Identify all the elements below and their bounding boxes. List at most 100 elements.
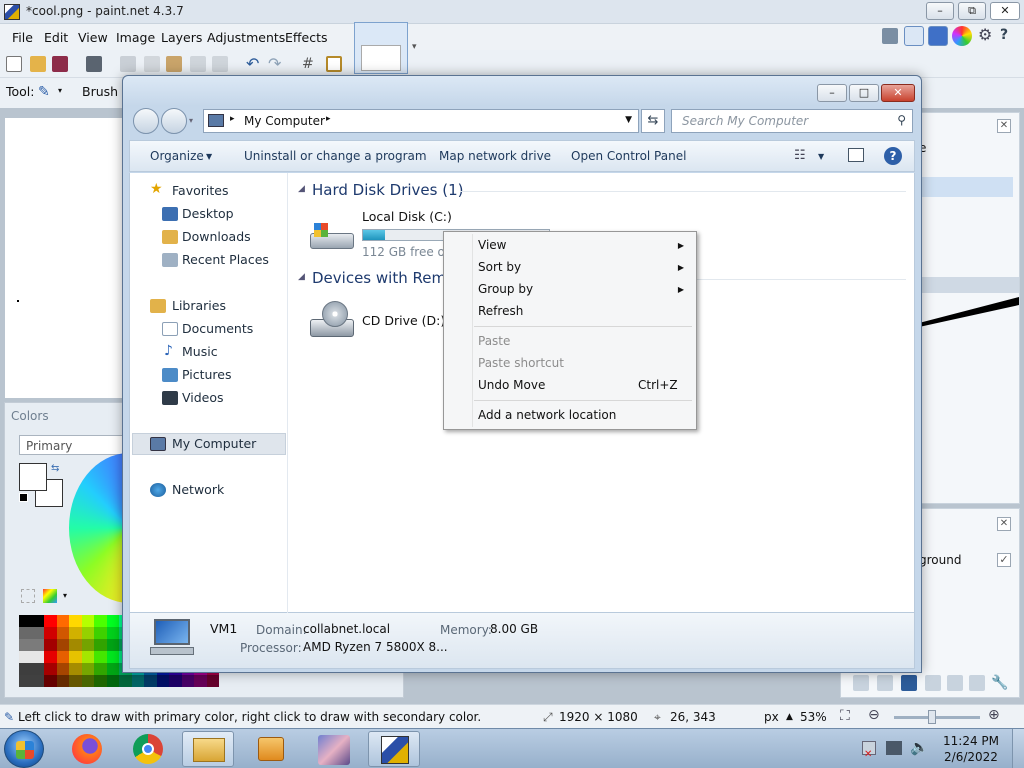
paste-icon[interactable]	[166, 56, 182, 72]
local-disk-icon[interactable]	[310, 223, 356, 253]
forward-button[interactable]	[161, 108, 187, 134]
add-color-icon[interactable]	[21, 589, 35, 603]
cut-icon[interactable]	[120, 56, 136, 72]
volume-tray-icon[interactable]: 🔈	[910, 738, 929, 756]
group-hard-disk-drives[interactable]: Hard Disk Drives (1)	[312, 181, 463, 199]
menu-edit[interactable]: Edit	[44, 30, 68, 45]
palette-swatch[interactable]	[169, 675, 182, 687]
palette-swatch[interactable]	[31, 651, 44, 663]
palette-swatch[interactable]	[119, 675, 132, 687]
merge-layer-icon[interactable]	[925, 675, 941, 691]
zoom-in-icon[interactable]: ⊕	[988, 707, 1000, 723]
drive-d-name[interactable]: CD Drive (D:)	[362, 313, 445, 328]
save-icon[interactable]	[52, 56, 68, 72]
palette-swatch[interactable]	[44, 663, 57, 675]
menu-file[interactable]: File	[12, 30, 33, 45]
layer-properties-icon[interactable]: 🔧	[991, 675, 1008, 691]
nav-recent-places[interactable]: Recent Places	[182, 252, 269, 267]
menu-adjustments[interactable]: Adjustments	[207, 30, 285, 45]
palette-swatch[interactable]	[94, 627, 107, 639]
layers-icon[interactable]	[928, 26, 948, 46]
move-layer-down-icon[interactable]	[969, 675, 985, 691]
help-button-icon[interactable]: ?	[884, 147, 902, 165]
palette-swatch[interactable]	[106, 615, 119, 627]
zoom-out-icon[interactable]: ⊖	[868, 707, 880, 723]
undo-icon[interactable]: ↶	[246, 56, 262, 72]
address-text[interactable]: My Computer	[244, 114, 325, 128]
taskbar-chrome[interactable]	[122, 731, 174, 767]
palette-swatch[interactable]	[81, 639, 94, 651]
network-tray-icon[interactable]	[886, 741, 902, 755]
palette-dropdown-icon[interactable]: ▾	[63, 591, 67, 600]
nav-pictures[interactable]: Pictures	[182, 367, 232, 382]
palette-swatch[interactable]	[144, 675, 157, 687]
delete-layer-icon[interactable]	[877, 675, 893, 691]
menu-layers[interactable]: Layers	[161, 30, 202, 45]
palette-swatch[interactable]	[44, 639, 57, 651]
removable-collapse-icon[interactable]: ◢	[298, 272, 305, 282]
status-zoom[interactable]: 53%	[800, 710, 827, 724]
duplicate-layer-icon[interactable]	[901, 675, 917, 691]
palette-swatch[interactable]	[181, 675, 194, 687]
palette-swatch[interactable]	[69, 651, 82, 663]
taskbar-photo-app[interactable]	[308, 731, 360, 767]
explorer-maximize-button[interactable]: □	[849, 84, 879, 102]
nav-desktop[interactable]: Desktop	[182, 206, 234, 221]
cd-drive-icon[interactable]	[310, 301, 356, 341]
hdd-collapse-icon[interactable]: ◢	[298, 184, 305, 194]
palette-swatch[interactable]	[106, 651, 119, 663]
ctx-add-network-location[interactable]: Add a network location	[478, 408, 616, 422]
swap-colors-icon[interactable]: ⇆	[51, 463, 59, 474]
menu-effects[interactable]: Effects	[285, 30, 328, 45]
organize-dropdown-icon[interactable]: ▼	[206, 152, 212, 161]
tools-icon[interactable]	[882, 28, 898, 44]
view-dropdown-icon[interactable]: ▼	[818, 152, 824, 161]
map-network-drive-button[interactable]: Map network drive	[439, 149, 551, 163]
palette-swatch[interactable]	[106, 639, 119, 651]
units-dropdown-icon[interactable]: ▲	[786, 712, 793, 722]
address-chevron-icon-2[interactable]: ▸	[326, 114, 331, 124]
back-button[interactable]	[133, 108, 159, 134]
menu-image[interactable]: Image	[116, 30, 155, 45]
layer-visibility-checkbox[interactable]: ✓	[997, 553, 1011, 567]
print-icon[interactable]	[86, 56, 102, 72]
taskbar-clock[interactable]: 11:24 PM 2/6/2022	[934, 733, 1008, 765]
palette-swatch[interactable]	[44, 675, 57, 687]
start-button[interactable]	[4, 730, 44, 768]
nav-music[interactable]: Music	[182, 344, 218, 359]
ctx-paste[interactable]: Paste	[478, 334, 510, 348]
search-icon[interactable]: ⚲	[897, 113, 906, 127]
palette-swatch[interactable]	[106, 627, 119, 639]
organize-button[interactable]: Organize	[150, 149, 204, 163]
palette-swatch[interactable]	[94, 663, 107, 675]
palette-swatch[interactable]	[81, 651, 94, 663]
ruler-icon[interactable]	[326, 56, 342, 72]
ctx-paste-shortcut[interactable]: Paste shortcut	[478, 356, 564, 370]
search-input[interactable]: Search My Computer ⚲	[671, 109, 913, 133]
palette-swatch[interactable]	[56, 675, 69, 687]
history-selected-row[interactable]	[917, 177, 1013, 197]
nav-libraries[interactable]: Libraries	[172, 298, 226, 313]
palette-swatch[interactable]	[31, 639, 44, 651]
change-view-icon[interactable]: ☷	[794, 148, 806, 163]
nav-documents[interactable]: Documents	[182, 321, 253, 336]
add-layer-icon[interactable]	[853, 675, 869, 691]
palette-swatch[interactable]	[19, 615, 32, 627]
nav-videos[interactable]: Videos	[182, 390, 224, 405]
address-dropdown-icon[interactable]: ▼	[625, 115, 632, 125]
taskbar-firefox[interactable]	[62, 731, 114, 767]
grid-icon[interactable]: #	[302, 56, 318, 72]
palette-swatch[interactable]	[106, 663, 119, 675]
palette-swatch[interactable]	[31, 663, 44, 675]
deselect-icon[interactable]	[212, 56, 228, 72]
history-panel-close-icon[interactable]: ✕	[997, 119, 1011, 133]
palette-swatch[interactable]	[31, 675, 44, 687]
settings-gear-icon[interactable]: ⚙	[978, 27, 994, 43]
taskbar-paintnet[interactable]	[368, 731, 420, 767]
show-desktop-button[interactable]	[1012, 729, 1024, 768]
tool-dropdown-icon[interactable]: ▾	[58, 86, 62, 95]
brush-tool-icon[interactable]: ✎	[38, 84, 54, 100]
uninstall-program-button[interactable]: Uninstall or change a program	[244, 149, 427, 163]
menu-view[interactable]: View	[78, 30, 108, 45]
palette-swatch[interactable]	[19, 639, 32, 651]
